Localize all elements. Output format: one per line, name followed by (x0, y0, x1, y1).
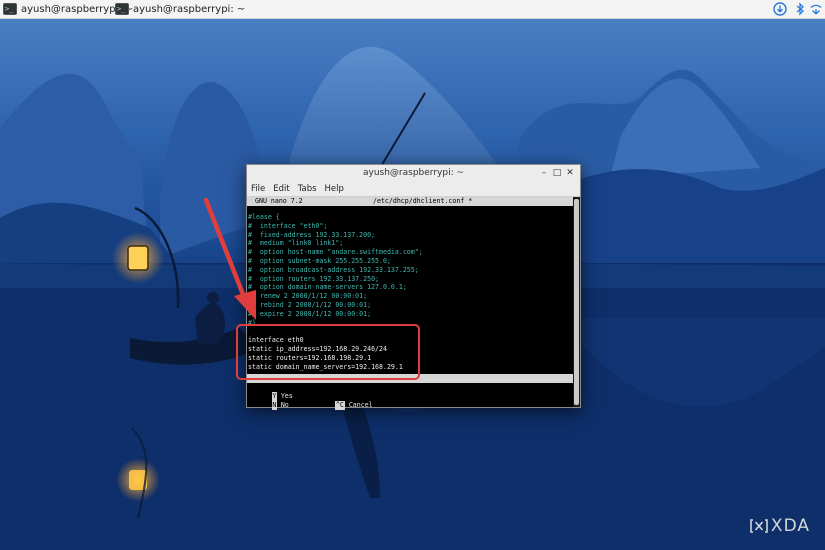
code-line: # option subnet-mask 255.255.255.0; (248, 256, 391, 265)
taskbar-item-terminal-1[interactable]: >_ ayush@raspberrypi: ~ (3, 1, 133, 17)
shortcut-key: N (271, 400, 277, 410)
code-line: # option broadcast-address 192.33.137.25… (248, 265, 419, 274)
download-icon[interactable] (772, 1, 788, 17)
code-line: # option host-name "andare.swiftmedia.co… (248, 248, 423, 257)
menu-help[interactable]: Help (325, 184, 344, 194)
option-label: No (280, 400, 289, 409)
nano-header: GNU nano 7.2 /etc/dhcp/dhclient.conf * (247, 197, 573, 206)
nano-version: GNU nano 7.2 (255, 197, 303, 205)
taskbar-item-label: ayush@raspberrypi: ~ (133, 3, 246, 15)
highlight-box (236, 324, 420, 380)
code-line: # fixed-address 192.33.137.200; (248, 230, 376, 239)
menu-edit[interactable]: Edit (273, 184, 289, 194)
taskbar: >_ ayush@raspberrypi: ~ >_ ayush@raspber… (0, 0, 825, 19)
shortcut-key: ^C (334, 400, 345, 410)
xda-logo-icon (750, 519, 768, 533)
menu-tabs[interactable]: Tabs (298, 184, 317, 194)
taskbar-item-terminal-2[interactable]: >_ ayush@raspberrypi: ~ (115, 1, 245, 17)
prompt-option-cancel[interactable]: ^C Cancel (311, 392, 373, 410)
code-line: # interface "eth0"; (248, 221, 328, 230)
prompt-option-no[interactable]: N No (248, 392, 289, 410)
window-title: ayush@raspberrypi: ~ (362, 168, 465, 178)
code-line: # rebind 2 2000/1/12 00:00:01; (248, 300, 372, 309)
scrollbar[interactable] (573, 197, 580, 407)
code-line: #lease { (247, 213, 573, 222)
window-titlebar[interactable]: ayush@raspberrypi: ~ – □ ✕ (247, 165, 580, 181)
terminal-icon: >_ (115, 3, 129, 15)
code-line: # medium "link0 link1"; (248, 239, 344, 248)
xda-watermark: XDA (750, 516, 810, 536)
prompt-option-yes[interactable]: Y Yes (248, 383, 293, 401)
code-line: # renew 2 2000/1/12 00:00:01; (248, 292, 368, 301)
watermark-text: XDA (770, 516, 810, 536)
code-line: # option routers 192.33.137.250; (248, 274, 380, 283)
minimize-icon[interactable]: – (538, 167, 550, 179)
code-line: # option domain-name-servers 127.0.0.1; (248, 283, 407, 292)
option-label: Cancel (348, 400, 373, 409)
nano-filename: /etc/dhcp/dhclient.conf * (373, 197, 473, 205)
scrollbar-thumb[interactable] (574, 199, 579, 405)
maximize-icon[interactable]: □ (551, 167, 563, 179)
terminal-icon: >_ (3, 3, 17, 15)
network-icon[interactable] (808, 1, 824, 17)
close-icon[interactable]: ✕ (564, 167, 576, 179)
window-menubar: File Edit Tabs Help (247, 181, 580, 197)
bluetooth-icon[interactable] (792, 1, 808, 17)
code-line: # expire 2 2000/1/12 00:00:01; (248, 309, 372, 318)
menu-file[interactable]: File (251, 184, 265, 194)
